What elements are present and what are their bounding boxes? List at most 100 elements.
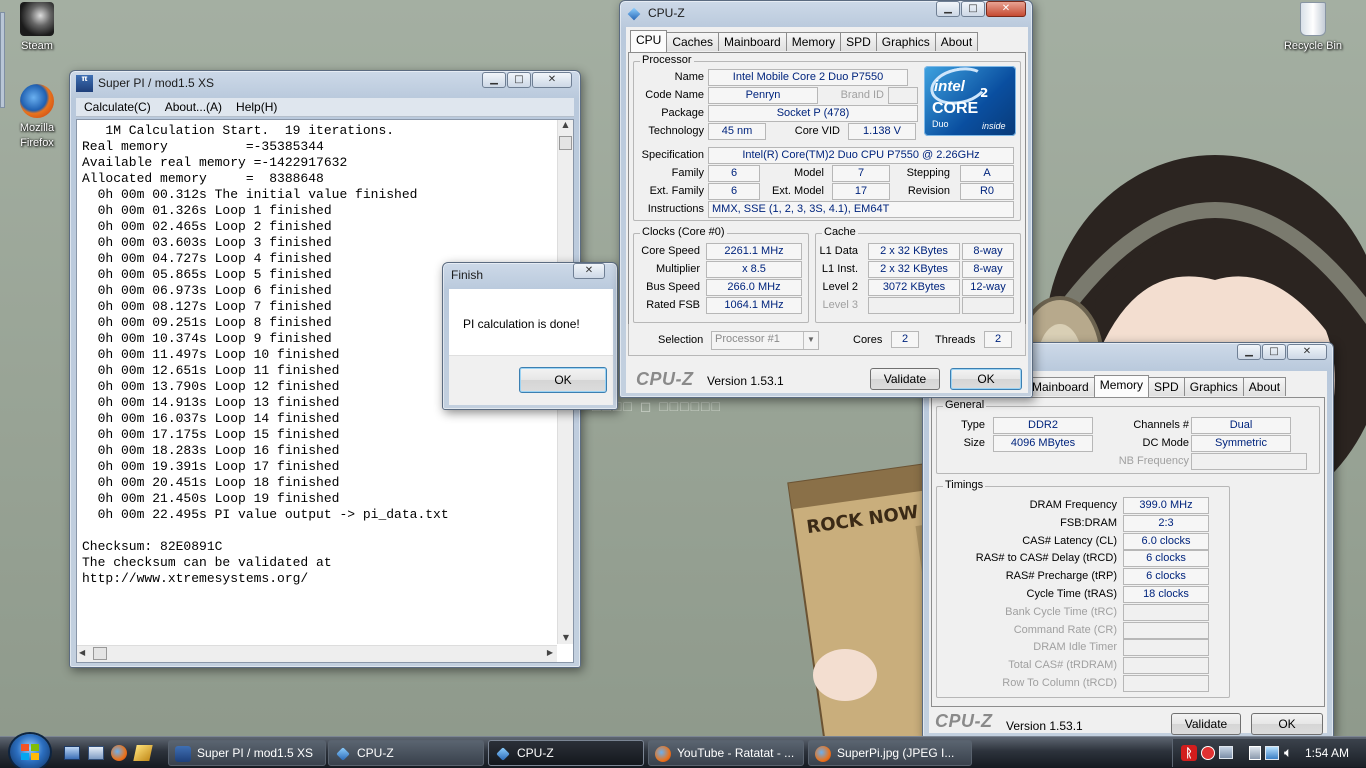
ok-button[interactable]: OK — [950, 368, 1022, 390]
ok-button[interactable]: OK — [519, 367, 607, 393]
timing-value: 6 clocks — [1123, 550, 1209, 568]
tray-alert-icon[interactable] — [1201, 746, 1215, 760]
task-label: CPU-Z — [357, 746, 394, 760]
type-field: DDR2 — [993, 417, 1093, 434]
corevid-label: Core VID — [794, 125, 840, 137]
taskbar-button-cpuz-2[interactable]: CPU-Z — [488, 740, 644, 766]
minimize-button[interactable]: ▁ — [1237, 344, 1261, 360]
version-label: Version 1.53.1 — [707, 374, 784, 388]
tab-spd[interactable]: SPD — [1148, 377, 1185, 396]
desktop-icon-recycle-bin[interactable]: Recycle Bin — [1278, 2, 1348, 54]
tab-memory[interactable]: Memory — [785, 32, 842, 51]
output-line: 0h 00m 00.312s The initial value finishe… — [82, 187, 418, 202]
timing-label: DRAM Idle Timer — [1033, 641, 1117, 654]
general-group: General Type DDR2 Size 4096 MBytes Chann… — [936, 399, 1320, 474]
dialog-body: PI calculation is done! OK — [449, 289, 613, 405]
desktop-icon-firefox[interactable]: Mozilla Firefox — [2, 84, 72, 151]
dcmode-label: DC Mode — [1142, 437, 1189, 449]
brandid-label: Brand ID — [840, 89, 884, 101]
desktop-icon-label: Recycle Bin — [1283, 40, 1343, 52]
family-field: 6 — [708, 165, 760, 182]
validate-button[interactable]: Validate — [1171, 713, 1241, 735]
tab-cpu[interactable]: CPU — [630, 30, 668, 52]
ok-button[interactable]: OK — [1251, 713, 1323, 735]
multiplier-field: x 8.5 — [706, 261, 802, 278]
firefox-quicklaunch-icon[interactable] — [111, 745, 127, 761]
scroll-thumb[interactable] — [559, 136, 572, 150]
horizontal-scrollbar[interactable]: ◀ ▶ — [77, 645, 557, 662]
sidebar-edge[interactable] — [0, 12, 5, 108]
output-line: 0h 00m 22.495s PI value output -> pi_dat… — [82, 507, 449, 522]
tray-display-icon[interactable] — [1219, 746, 1233, 759]
menu-calculate[interactable]: Calculate(C) — [84, 98, 151, 116]
taskbar-button-cpuz-1[interactable]: CPU-Z — [328, 740, 484, 766]
taskbar-button-superpi[interactable]: Super PI / mod1.5 XS — [168, 740, 326, 766]
output-line: 0h 00m 03.603s Loop 3 finished — [82, 235, 332, 250]
taskbar-button-firefox[interactable]: YouTube - Ratatat - ... — [648, 740, 804, 766]
dialog-title: Finish — [451, 268, 484, 282]
scroll-right-arrow[interactable]: ▶ — [547, 648, 553, 657]
timing-label: RAS# Precharge (tRP) — [1005, 570, 1117, 583]
menu-help[interactable]: Help(H) — [236, 98, 277, 116]
system-tray: ᚱ 🔈︎ 1:54 AM — [1172, 739, 1366, 767]
model-label: Model — [794, 167, 824, 179]
threads-field: 2 — [984, 331, 1012, 348]
tab-about[interactable]: About — [934, 32, 979, 51]
timing-value — [1123, 639, 1209, 657]
minimize-button[interactable]: ▁ — [936, 1, 960, 17]
logo-brand: intel — [934, 78, 965, 95]
extmodel-field: 17 — [832, 183, 890, 200]
l2-way-field: 12-way — [962, 279, 1014, 296]
output-line: http://www.xtremesystems.org/ — [82, 571, 309, 586]
superpi-icon — [175, 746, 191, 762]
revision-field: R0 — [960, 183, 1014, 200]
maximize-button[interactable]: □ — [961, 1, 985, 17]
finish-dialog[interactable]: Finish ✕ PI calculation is done! OK — [442, 262, 618, 410]
tab-spd[interactable]: SPD — [840, 32, 877, 51]
cpuz-app-icon — [627, 7, 641, 21]
spec-label: Specification — [641, 149, 704, 161]
maximize-button[interactable]: □ — [507, 72, 531, 88]
switch-windows-icon[interactable] — [88, 746, 104, 760]
tray-device-icon[interactable] — [1249, 746, 1261, 760]
tab-graphics[interactable]: Graphics — [875, 32, 936, 51]
scroll-down-arrow[interactable]: ▼ — [558, 633, 574, 642]
taskbar-button-image-viewer[interactable]: SuperPi.jpg (JPEG I... — [808, 740, 972, 766]
size-label: Size — [963, 437, 985, 449]
clock[interactable]: 1:54 AM — [1305, 746, 1349, 760]
validate-button[interactable]: Validate — [870, 368, 940, 390]
menu-about[interactable]: About...(A) — [165, 98, 222, 116]
memory-tab-page: General Type DDR2 Size 4096 MBytes Chann… — [931, 397, 1325, 707]
maximize-button[interactable]: □ — [1262, 344, 1286, 360]
tab-about[interactable]: About — [1242, 377, 1287, 396]
tab-mainboard[interactable]: Mainboard — [1029, 377, 1095, 396]
cpuz-memory-window[interactable]: ▁ □ ✕ Mainboard Memory SPD Graphics Abou… — [922, 342, 1334, 738]
volume-icon[interactable]: 🔈︎ — [1284, 745, 1292, 761]
desktop-icon-label: Steam — [21, 40, 53, 52]
hscroll-thumb[interactable] — [93, 647, 107, 660]
app-quicklaunch-icon[interactable] — [133, 745, 153, 761]
recycle-bin-icon — [1300, 2, 1326, 36]
tab-mainboard[interactable]: Mainboard — [718, 32, 787, 51]
group-label: General — [943, 399, 987, 411]
cpuz-cpu-window[interactable]: CPU-Z ▁ □ ✕ CPU Caches Mainboard Memory … — [619, 0, 1033, 398]
network-icon[interactable] — [1265, 746, 1279, 760]
minimize-button[interactable]: ▁ — [482, 72, 506, 88]
clocks-group: Clocks (Core #0) Core Speed 2261.1 MHz M… — [633, 226, 809, 323]
tab-graphics[interactable]: Graphics — [1183, 377, 1244, 396]
family-label: Family — [671, 167, 704, 179]
scroll-up-arrow[interactable]: ▲ — [558, 120, 573, 129]
tray-app-icon[interactable]: ᚱ — [1181, 745, 1197, 761]
close-button[interactable]: ✕ — [573, 263, 605, 279]
tab-caches[interactable]: Caches — [666, 32, 720, 51]
desktop-icon-steam[interactable]: Steam — [2, 2, 72, 54]
scroll-left-arrow[interactable]: ◀ — [79, 648, 85, 657]
show-desktop-icon[interactable] — [64, 746, 80, 760]
close-button[interactable]: ✕ — [1287, 344, 1327, 360]
close-button[interactable]: ✕ — [532, 72, 572, 88]
close-button[interactable]: ✕ — [986, 1, 1026, 17]
window-title: CPU-Z — [648, 6, 685, 20]
tab-memory[interactable]: Memory — [1093, 375, 1150, 397]
selection-dropdown[interactable]: Processor #1 ▼ — [711, 331, 819, 350]
start-button[interactable] — [10, 734, 50, 768]
